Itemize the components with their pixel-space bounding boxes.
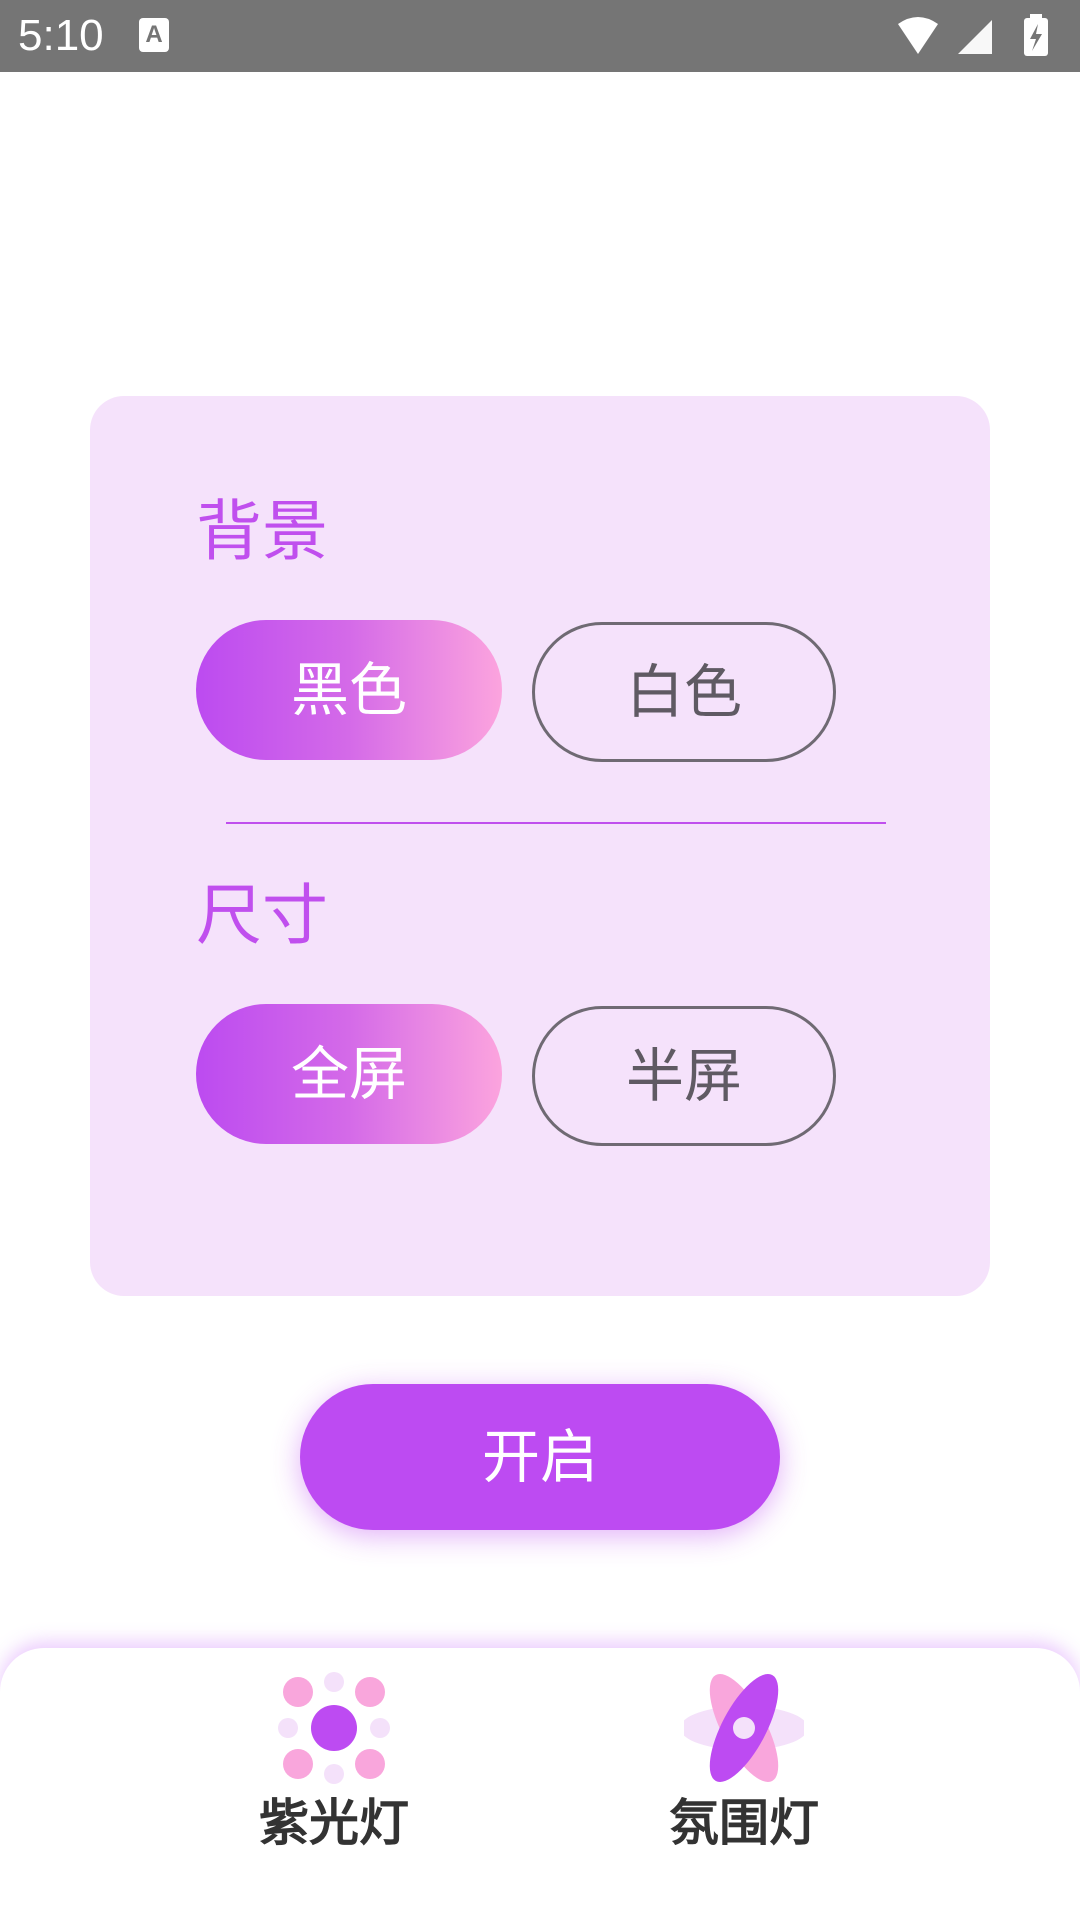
wifi-icon xyxy=(898,17,938,54)
status-icons xyxy=(898,14,1048,56)
signal-icon xyxy=(958,20,992,54)
ambient-light-icon xyxy=(684,1674,804,1782)
bottom-nav: 紫光灯 氛围灯 xyxy=(0,1648,1080,1920)
size-fullscreen-button[interactable]: 全屏 xyxy=(196,1004,502,1144)
background-white-button[interactable]: 白色 xyxy=(532,622,836,762)
settings-card: 背景 黑色 白色 尺寸 全屏 半屏 xyxy=(90,396,990,1296)
divider xyxy=(226,822,886,824)
status-bar: 5:10 A xyxy=(0,0,1080,72)
purple-light-icon xyxy=(278,1672,390,1784)
size-halfscreen-button[interactable]: 半屏 xyxy=(532,1006,836,1146)
start-button[interactable]: 开启 xyxy=(300,1384,780,1530)
background-black-button[interactable]: 黑色 xyxy=(196,620,502,760)
nav-label-purple-light: 紫光灯 xyxy=(259,1794,409,1852)
battery-icon xyxy=(1024,14,1048,56)
nav-label-ambient-light: 氛围灯 xyxy=(669,1794,819,1852)
nav-item-ambient-light[interactable]: 氛围灯 xyxy=(624,1668,864,1868)
size-section-title: 尺寸 xyxy=(196,877,328,954)
keyboard-notification-icon: A xyxy=(139,18,169,52)
background-section-title: 背景 xyxy=(196,493,328,570)
nav-item-purple-light[interactable]: 紫光灯 xyxy=(214,1668,454,1868)
status-time: 5:10 xyxy=(18,11,104,60)
